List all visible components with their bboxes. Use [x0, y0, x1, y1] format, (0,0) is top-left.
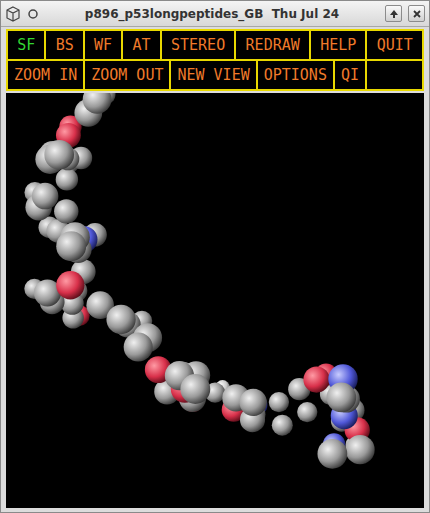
toolbar-button[interactable]: BS	[46, 31, 84, 59]
toolbar-button[interactable]: HELP	[311, 31, 368, 59]
toolbar-button[interactable]: ZOOM IN	[8, 61, 85, 89]
cube-icon[interactable]	[5, 6, 21, 22]
toolbar-row: SFBSWFATSTEREOREDRAWHELPQUIT	[8, 31, 422, 61]
raise-button[interactable]	[385, 5, 402, 22]
toolbar-button[interactable]: REDRAW	[236, 31, 311, 59]
toolbar: SFBSWFATSTEREOREDRAWHELPQUITZOOM INZOOM …	[6, 29, 424, 91]
toolbar-button[interactable]: AT	[123, 31, 161, 59]
up-arrow-icon	[389, 9, 399, 19]
toolbar-button[interactable]: STEREO	[162, 31, 237, 59]
toolbar-button[interactable]: NEW VIEW	[171, 61, 257, 89]
render-canvas[interactable]	[6, 93, 424, 508]
close-button[interactable]	[408, 5, 425, 22]
toolbar-button[interactable]: ZOOM OUT	[85, 61, 171, 89]
toolbar-button[interactable]: OPTIONS	[258, 61, 335, 89]
toolbar-button[interactable]: QUIT	[367, 31, 422, 59]
toolbar-button[interactable]: WF	[85, 31, 123, 59]
title-bar: p896_p53longpeptides_GB Thu Jul 24	[1, 1, 429, 27]
close-icon	[412, 9, 422, 19]
molecule-model-icon[interactable]	[6, 93, 424, 508]
window-title: p896_p53longpeptides_GB Thu Jul 24	[45, 7, 379, 21]
toolbar-button[interactable]: QI	[335, 61, 367, 89]
toolbar-button[interactable]: SF	[8, 31, 46, 59]
toolbar-row: ZOOM INZOOM OUTNEW VIEWOPTIONSQI	[8, 61, 422, 89]
viewer-window: p896_p53longpeptides_GB Thu Jul 24 SFBSWF…	[0, 0, 430, 513]
toolbar-filler	[367, 61, 422, 89]
pin-icon[interactable]	[27, 8, 39, 20]
